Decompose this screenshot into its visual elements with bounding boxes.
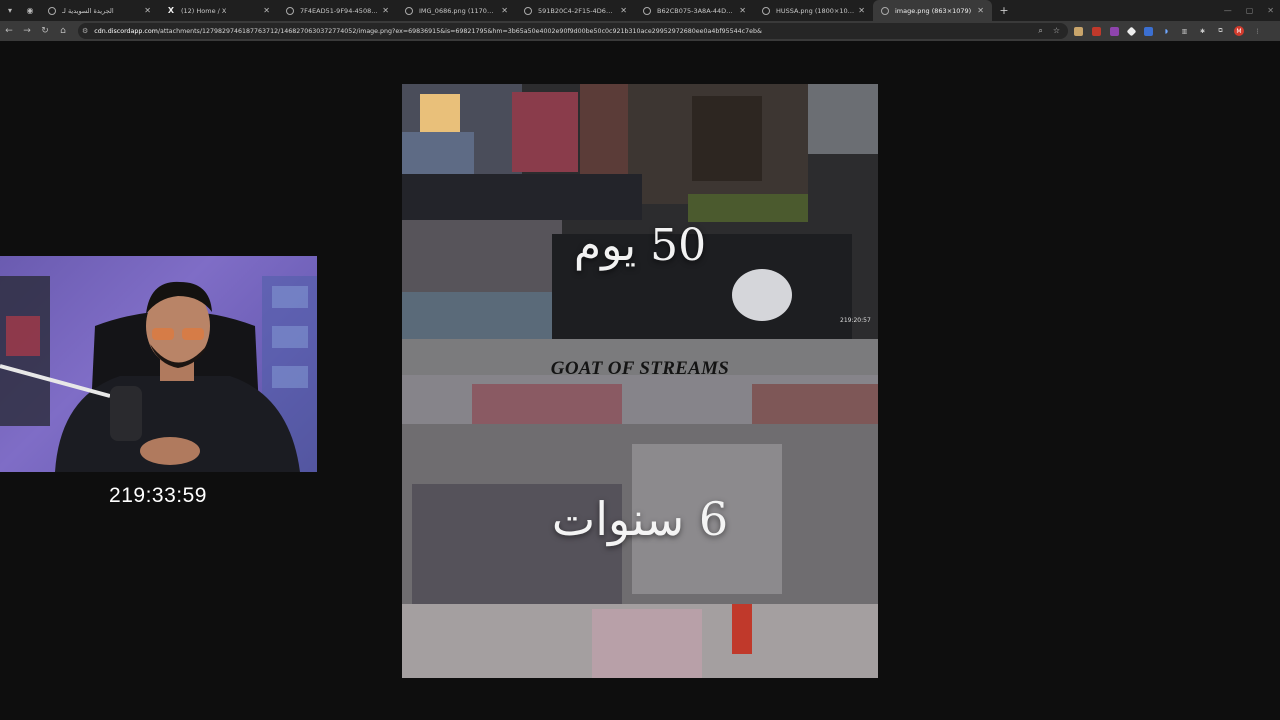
tab-title: الجريدة السويدية لـ [62, 6, 114, 15]
tab-title: B62CB075-3A8A-44D6-944F-5 [657, 6, 735, 15]
address-bar[interactable]: ⚙ cdn.discordapp.com/attachments/1279829… [78, 23, 1068, 39]
extension-icon[interactable]: ▥ [1180, 27, 1189, 36]
collage-tile [592, 609, 702, 678]
extension-icon[interactable]: ◗ [1162, 27, 1171, 36]
tab-group-icon[interactable]: ◉ [20, 0, 40, 21]
poster-timer-text: 219:20:57 [840, 317, 871, 324]
close-window-icon[interactable]: ✕ [1267, 6, 1274, 15]
extension-icon[interactable] [1110, 26, 1119, 36]
extension-icon[interactable] [1126, 26, 1137, 36]
collage-tile [688, 194, 808, 222]
close-icon[interactable]: ✕ [620, 6, 627, 15]
close-icon[interactable]: ✕ [977, 6, 984, 15]
globe-icon [405, 6, 413, 15]
browser-toolbar: ← → ↻ ⌂ ⚙ cdn.discordapp.com/attachments… [0, 21, 1280, 41]
url-host: cdn.discordapp.com [94, 27, 158, 35]
browser-tab[interactable]: X (12) Home / X ✕ [159, 0, 278, 21]
site-info-icon[interactable]: ⚙ [82, 27, 88, 35]
collage-tile [402, 292, 552, 344]
tab-title: 7F4EAD51-9F94-4508-88A9-F1 [300, 6, 378, 15]
globe-icon [48, 6, 56, 15]
extension-icon[interactable] [1074, 26, 1083, 36]
collage-tile [420, 94, 460, 134]
collage-tile [402, 132, 474, 174]
collage-tile [752, 384, 878, 424]
globe-icon [524, 6, 532, 15]
browser-tab[interactable]: 7F4EAD51-9F94-4508-88A9-F1 ✕ [278, 0, 397, 21]
collage-tile [472, 384, 622, 424]
collage-tile [732, 269, 792, 321]
webcam-feed [0, 256, 317, 472]
streamer-silhouette [0, 276, 317, 472]
tab-title: (12) Home / X [181, 6, 227, 15]
collage-tile [512, 92, 578, 172]
new-tab-button[interactable]: + [996, 0, 1012, 21]
zoom-icon[interactable]: ⌕ [1038, 26, 1042, 36]
extension-icon[interactable] [1144, 26, 1153, 36]
tab-title: HUSSA.png (1800×1066) [776, 6, 855, 15]
browser-tab[interactable]: 591B20C4-2F15-4D6B-AD9A-5 ✕ [516, 0, 635, 21]
minimize-icon[interactable]: — [1224, 6, 1232, 15]
close-icon[interactable]: ✕ [144, 6, 151, 15]
collage-tile [732, 604, 752, 654]
window-controls: — ▢ ✕ [1224, 0, 1274, 21]
browser-tab[interactable]: الجريدة السويدية لـ ✕ [40, 0, 159, 21]
close-icon[interactable]: ✕ [501, 6, 508, 15]
extensions-puzzle-icon[interactable]: ⧉ [1216, 27, 1225, 36]
more-menu-icon[interactable]: ⋮ [1253, 27, 1262, 36]
collage-tile [580, 84, 628, 174]
collage-tile [402, 174, 642, 220]
home-icon[interactable]: ⌂ [54, 21, 72, 41]
close-icon[interactable]: ✕ [382, 6, 389, 15]
browser-tab[interactable]: HUSSA.png (1800×1066) ✕ [754, 0, 873, 21]
forward-icon[interactable]: → [18, 21, 36, 41]
profile-avatar[interactable]: M [1234, 26, 1244, 36]
maximize-icon[interactable]: ▢ [1246, 6, 1254, 15]
x-logo-icon: X [167, 6, 175, 15]
globe-icon [286, 6, 294, 15]
reload-icon[interactable]: ↻ [36, 21, 54, 41]
collage-tile [692, 96, 762, 181]
poster-goat-text: GOAT OF STREAMS [550, 358, 730, 379]
poster-days-text: 50 يوم [573, 220, 707, 271]
stream-timer: 219:33:59 [109, 484, 207, 507]
bookmark-star-icon[interactable]: ☆ [1053, 26, 1060, 36]
url-path: /attachments/1279829746187763712/1468270… [157, 27, 762, 35]
extension-icon[interactable]: ✱ [1198, 27, 1207, 36]
collage-tile [808, 84, 878, 154]
back-icon[interactable]: ← [0, 21, 18, 41]
tab-title: IMG_0686.png (1170×764) [419, 6, 497, 15]
poster-years-text: 6 سنوات [551, 492, 729, 546]
close-icon[interactable]: ✕ [739, 6, 746, 15]
tab-title: 591B20C4-2F15-4D6B-AD9A-5 [538, 6, 616, 15]
close-icon[interactable]: ✕ [263, 6, 270, 15]
tab-search-icon[interactable]: ▾ [0, 0, 20, 21]
tab-strip: ▾ ◉ الجريدة السويدية لـ ✕ X (12) Home / … [0, 0, 1280, 21]
close-icon[interactable]: ✕ [858, 6, 865, 15]
tab-title: image.png (863×1079) [895, 6, 972, 15]
globe-icon [762, 6, 770, 15]
extension-icon[interactable] [1092, 26, 1101, 36]
browser-tab[interactable]: IMG_0686.png (1170×764) ✕ [397, 0, 516, 21]
extensions-area: ◗ ▥ ✱ ⧉ M ⋮ [1074, 21, 1262, 41]
url-text: cdn.discordapp.com/attachments/127982974… [94, 28, 1038, 35]
globe-icon [643, 6, 651, 15]
browser-tab[interactable]: B62CB075-3A8A-44D6-944F-5 ✕ [635, 0, 754, 21]
globe-icon [881, 6, 889, 15]
browser-tab-active[interactable]: image.png (863×1079) ✕ [873, 0, 992, 21]
poster-image: 50 يوم 219:20:57 GOAT OF STREAMS 6 سنوات [402, 84, 878, 678]
